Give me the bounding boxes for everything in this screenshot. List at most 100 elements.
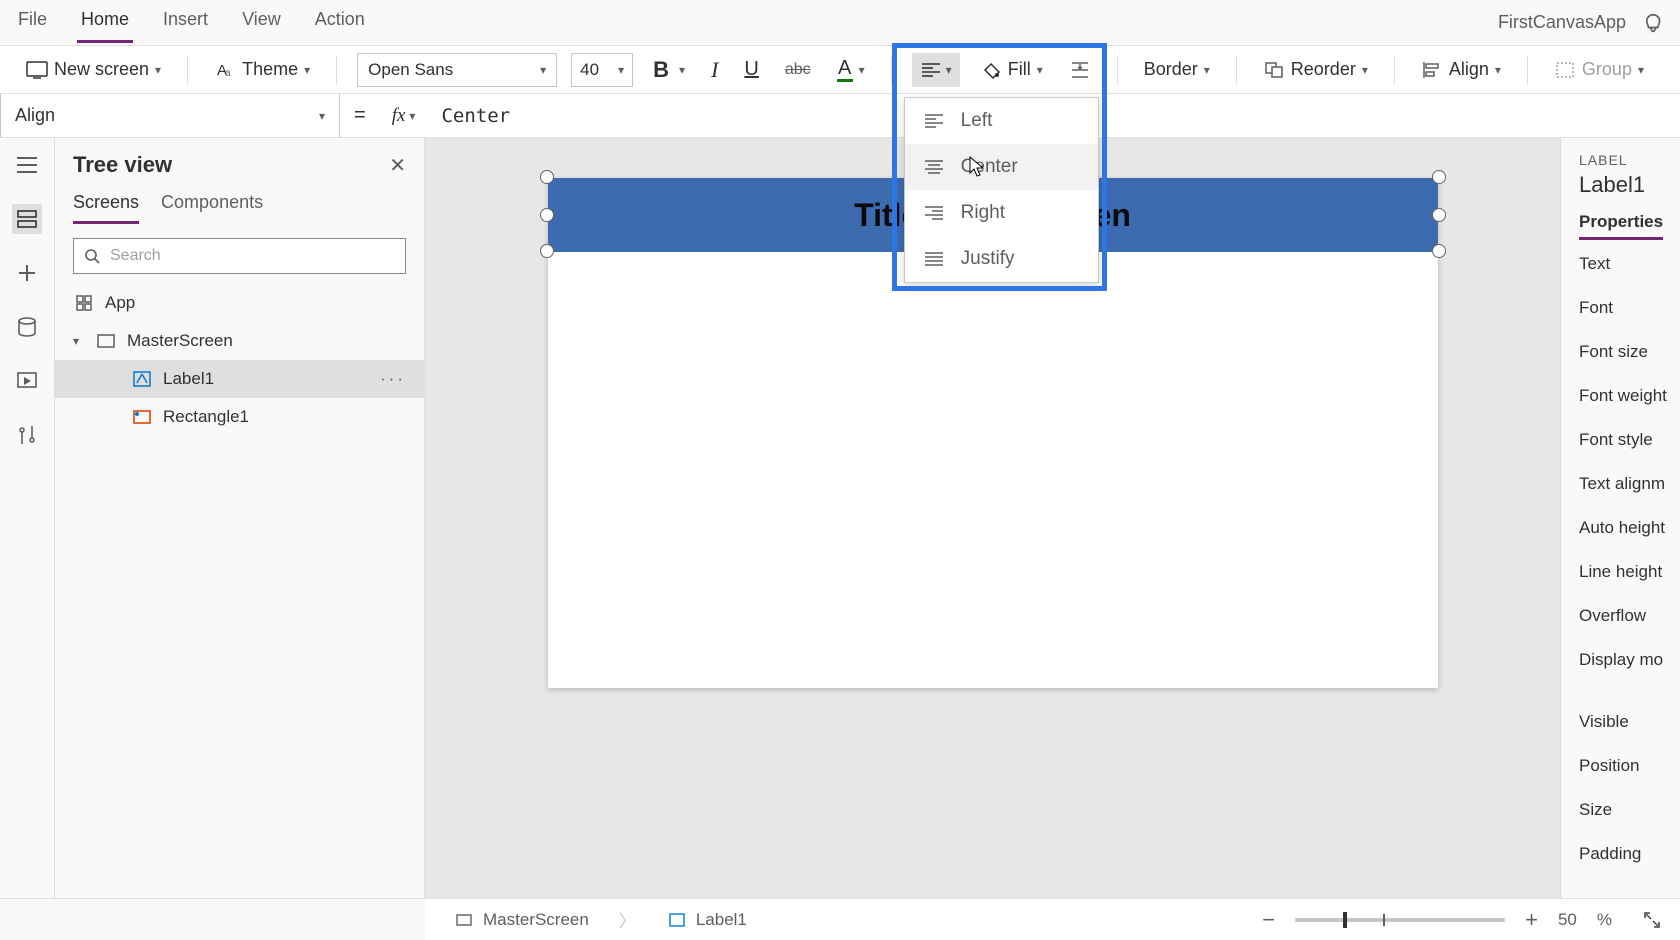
prop-row[interactable]: Text alignm	[1579, 462, 1680, 506]
chevron-down-icon: ▾	[679, 63, 685, 77]
fx-button[interactable]: fx ▾	[380, 105, 428, 127]
vertical-align-icon	[1069, 59, 1091, 81]
app-checker-icon[interactable]	[1644, 12, 1666, 34]
search-input[interactable]: Search	[73, 238, 406, 274]
chevron-down-icon: ▾	[1362, 63, 1368, 77]
tree-node-label1[interactable]: Label1 ···	[55, 360, 424, 398]
breadcrumb-control[interactable]: Label1	[656, 905, 757, 935]
zoom-out-button[interactable]: −	[1262, 907, 1275, 933]
selection-handle[interactable]	[540, 170, 554, 184]
align-option-justify[interactable]: Justify	[905, 236, 1098, 282]
breadcrumb-separator: 〉	[619, 907, 636, 932]
prop-row[interactable]: Text	[1579, 242, 1680, 286]
text-align-dropdown: Left Center Right Justify	[904, 97, 1099, 283]
group-icon	[1554, 59, 1576, 81]
prop-row[interactable]: Position	[1579, 744, 1680, 788]
properties-panel: LABEL Label1 Properties Text Font Font s…	[1560, 138, 1680, 898]
menu-bar: File Home Insert View Action FirstCanvas…	[0, 0, 1680, 46]
rail-data-icon[interactable]	[12, 312, 42, 342]
tree-node-app[interactable]: App	[55, 284, 424, 322]
font-color-button[interactable]: A ▾	[831, 54, 871, 86]
underline-button[interactable]: U	[738, 54, 764, 85]
breadcrumb-screen[interactable]: MasterScreen	[443, 905, 599, 935]
menu-file[interactable]: File	[14, 3, 51, 43]
prop-row[interactable]: Auto height	[1579, 506, 1680, 550]
chevron-down-icon: ▾	[409, 109, 415, 123]
tree-node-rectangle1[interactable]: Rectangle1	[55, 398, 424, 436]
prop-row[interactable]: Display mo	[1579, 638, 1680, 682]
property-selector[interactable]: Align ▾	[0, 94, 340, 137]
paint-bucket-icon	[980, 59, 1002, 81]
prop-row[interactable]: Font size	[1579, 330, 1680, 374]
font-name-selector[interactable]: Open Sans ▾	[357, 53, 557, 87]
menu-insert[interactable]: Insert	[159, 3, 212, 43]
align-option-center[interactable]: Center	[905, 144, 1098, 190]
text-align-button[interactable]: ▾	[912, 53, 960, 87]
label-icon	[666, 909, 688, 931]
align-right-icon	[923, 202, 945, 224]
chevron-down-icon: ▾	[618, 63, 624, 77]
screen-icon	[95, 330, 117, 352]
selection-handle[interactable]	[1432, 208, 1446, 222]
rail-insert-icon[interactable]	[12, 258, 42, 288]
rail-hamburger-icon[interactable]	[12, 150, 42, 180]
new-screen-button[interactable]: New screen ▾	[20, 55, 167, 85]
more-options-icon[interactable]: ···	[380, 369, 406, 389]
group-button[interactable]: Group ▾	[1548, 55, 1650, 85]
align-option-right[interactable]: Right	[905, 190, 1098, 236]
chevron-down-icon: ▾	[946, 63, 952, 77]
equals-label: =	[340, 104, 380, 127]
align-option-left[interactable]: Left	[905, 98, 1098, 144]
prop-row[interactable]: Size	[1579, 788, 1680, 832]
zoom-value: 50	[1558, 910, 1577, 930]
chevron-down-icon: ▾	[304, 63, 310, 77]
search-icon	[84, 248, 100, 264]
close-icon[interactable]: ✕	[389, 153, 406, 178]
mouse-cursor-icon	[969, 156, 985, 178]
tab-screens[interactable]: Screens	[73, 192, 139, 224]
control-name-label[interactable]: Label1	[1579, 172, 1680, 198]
align-objects-icon	[1421, 59, 1443, 81]
menu-home[interactable]: Home	[77, 3, 133, 43]
zoom-in-button[interactable]: +	[1525, 907, 1538, 933]
tree-node-screen[interactable]: ▾ MasterScreen	[55, 322, 424, 360]
chevron-down-icon: ▾	[540, 63, 546, 77]
prop-row[interactable]: Padding	[1579, 832, 1680, 876]
prop-row[interactable]: Font	[1579, 286, 1680, 330]
prop-row[interactable]: Line height	[1579, 550, 1680, 594]
selection-handle[interactable]	[1432, 170, 1446, 184]
align-center-icon	[923, 156, 945, 178]
selection-handle[interactable]	[1432, 244, 1446, 258]
chevron-down-icon: ▾	[1037, 63, 1043, 77]
rail-advanced-icon[interactable]	[12, 420, 42, 450]
prop-row[interactable]: Font weight	[1579, 374, 1680, 418]
tab-components[interactable]: Components	[161, 192, 263, 224]
font-size-selector[interactable]: 40 ▾	[571, 53, 633, 87]
fill-color-button[interactable]: Fill ▾	[974, 55, 1049, 85]
theme-button[interactable]: Aa Theme ▾	[208, 55, 316, 85]
menu-action[interactable]: Action	[311, 3, 369, 43]
prop-row[interactable]: Font style	[1579, 418, 1680, 462]
zoom-slider[interactable]	[1295, 918, 1505, 922]
menu-view[interactable]: View	[238, 3, 285, 43]
left-rail	[0, 138, 55, 898]
rectangle-icon	[131, 406, 153, 428]
border-button[interactable]: Border ▾	[1138, 55, 1216, 84]
rail-media-icon[interactable]	[12, 366, 42, 396]
app-name-label: FirstCanvasApp	[1498, 12, 1626, 33]
fit-to-window-icon[interactable]	[1642, 910, 1662, 930]
align-objects-button[interactable]: Align ▾	[1415, 55, 1507, 85]
tree-view-title: Tree view	[73, 152, 172, 178]
reorder-button[interactable]: Reorder ▾	[1257, 55, 1374, 85]
italic-button[interactable]: I	[705, 53, 724, 87]
strikethrough-button[interactable]: abc	[779, 57, 817, 83]
selection-handle[interactable]	[540, 244, 554, 258]
screen-icon	[453, 909, 475, 931]
properties-tab[interactable]: Properties	[1579, 212, 1663, 240]
selection-handle[interactable]	[540, 208, 554, 222]
prop-row[interactable]: Overflow	[1579, 594, 1680, 638]
prop-row[interactable]: Visible	[1579, 700, 1680, 744]
vertical-align-button[interactable]	[1063, 55, 1097, 85]
bold-button[interactable]: B▾	[647, 53, 691, 87]
rail-treeview-icon[interactable]	[12, 204, 42, 234]
